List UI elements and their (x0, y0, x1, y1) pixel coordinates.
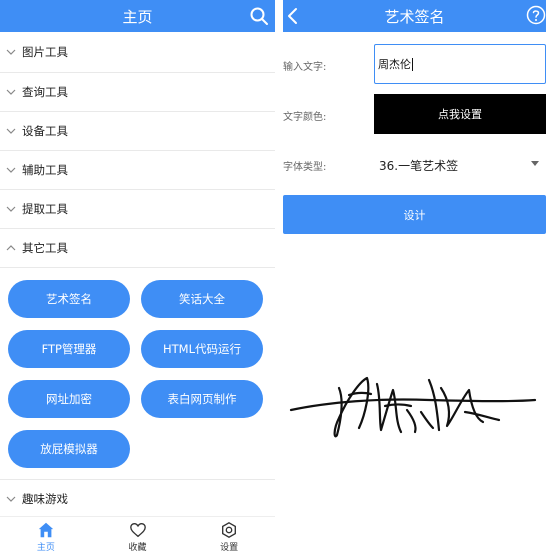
signature-text-input[interactable]: 周杰伦 (374, 44, 546, 84)
settings-icon (222, 521, 237, 538)
tab-label: 主页 (36, 542, 55, 553)
dropdown-arrow-icon (531, 161, 539, 166)
chevron-down-icon (6, 167, 16, 173)
chevron-down-icon (6, 49, 16, 55)
chevron-down-icon (6, 89, 16, 95)
group-label: 辅助工具 (22, 163, 68, 177)
search-icon[interactable] (249, 6, 269, 26)
design-button[interactable]: 设计 (283, 195, 546, 234)
group-label: 图片工具 (22, 45, 68, 59)
tool-groups-top: 图片工具 查询工具 设备工具 辅助工具 提取工具 其它工具 (0, 32, 275, 268)
art-signature-button[interactable]: 艺术签名 (8, 280, 130, 318)
other-tools-buttons: 艺术签名 笑话大全 FTP管理器 HTML代码运行 网址加密 表白网页制作 放屁… (0, 268, 275, 480)
tab-home[interactable]: 主页 (0, 517, 92, 556)
page-title: 艺术签名 (384, 7, 445, 26)
bottom-tab-bar: 主页 收藏 设置 (0, 516, 275, 556)
group-helper-tools[interactable]: 辅助工具 (0, 151, 275, 190)
back-arrow-icon[interactable] (286, 7, 298, 25)
group-extract-tools[interactable]: 提取工具 (0, 190, 275, 229)
chevron-down-icon (6, 206, 16, 212)
home-icon (38, 522, 54, 537)
signature-preview-image (289, 376, 537, 438)
url-encrypt-button[interactable]: 网址加密 (8, 380, 130, 418)
page-title: 主页 (122, 7, 153, 26)
input-value: 周杰伦 (378, 58, 411, 71)
tab-label: 收藏 (128, 542, 147, 553)
group-label: 趣味游戏 (22, 492, 68, 506)
group-label: 设备工具 (22, 124, 68, 138)
chevron-up-icon (6, 245, 16, 251)
group-fun-games[interactable]: 趣味游戏 (0, 480, 275, 519)
group-label: 提取工具 (22, 202, 68, 216)
font-select-value: 36.一笔艺术签 (379, 158, 459, 173)
chevron-down-icon (6, 496, 16, 502)
home-screen: 主页 图片工具 查询工具 设备工具 辅助工具 提取工具 其它工具 艺术签名 笑话… (0, 0, 275, 556)
group-device-tools[interactable]: 设备工具 (0, 112, 275, 151)
chevron-down-icon (6, 128, 16, 134)
group-other-tools[interactable]: 其它工具 (0, 229, 275, 268)
ftp-manager-button[interactable]: FTP管理器 (8, 330, 130, 368)
heart-icon (129, 522, 146, 537)
text-color-label: 文字颜色: (283, 112, 327, 123)
tab-settings[interactable]: 设置 (183, 517, 275, 556)
group-label: 其它工具 (22, 241, 68, 255)
group-query-tools[interactable]: 查询工具 (0, 73, 275, 112)
html-runner-button[interactable]: HTML代码运行 (141, 330, 263, 368)
help-icon[interactable] (526, 5, 546, 25)
text-caret (412, 57, 413, 71)
text-color-button[interactable]: 点我设置 (374, 94, 546, 134)
group-image-tools[interactable]: 图片工具 (0, 32, 275, 73)
input-text-label: 输入文字: (283, 62, 327, 73)
jokes-button[interactable]: 笑话大全 (141, 280, 263, 318)
signature-header: 艺术签名 (283, 0, 546, 32)
art-signature-screen: 艺术签名 输入文字: 周杰伦 文字颜色: 点我设置 字体类型: 36.一笔艺术签… (283, 0, 546, 556)
fart-simulator-button[interactable]: 放屁模拟器 (8, 430, 130, 468)
home-header: 主页 (0, 0, 275, 32)
font-type-select[interactable]: 36.一笔艺术签 (379, 155, 539, 175)
tab-favorites[interactable]: 收藏 (92, 517, 184, 556)
confession-page-button[interactable]: 表白网页制作 (141, 380, 263, 418)
group-label: 查询工具 (22, 85, 68, 99)
font-type-label: 字体类型: (283, 162, 327, 173)
tab-label: 设置 (220, 542, 239, 553)
